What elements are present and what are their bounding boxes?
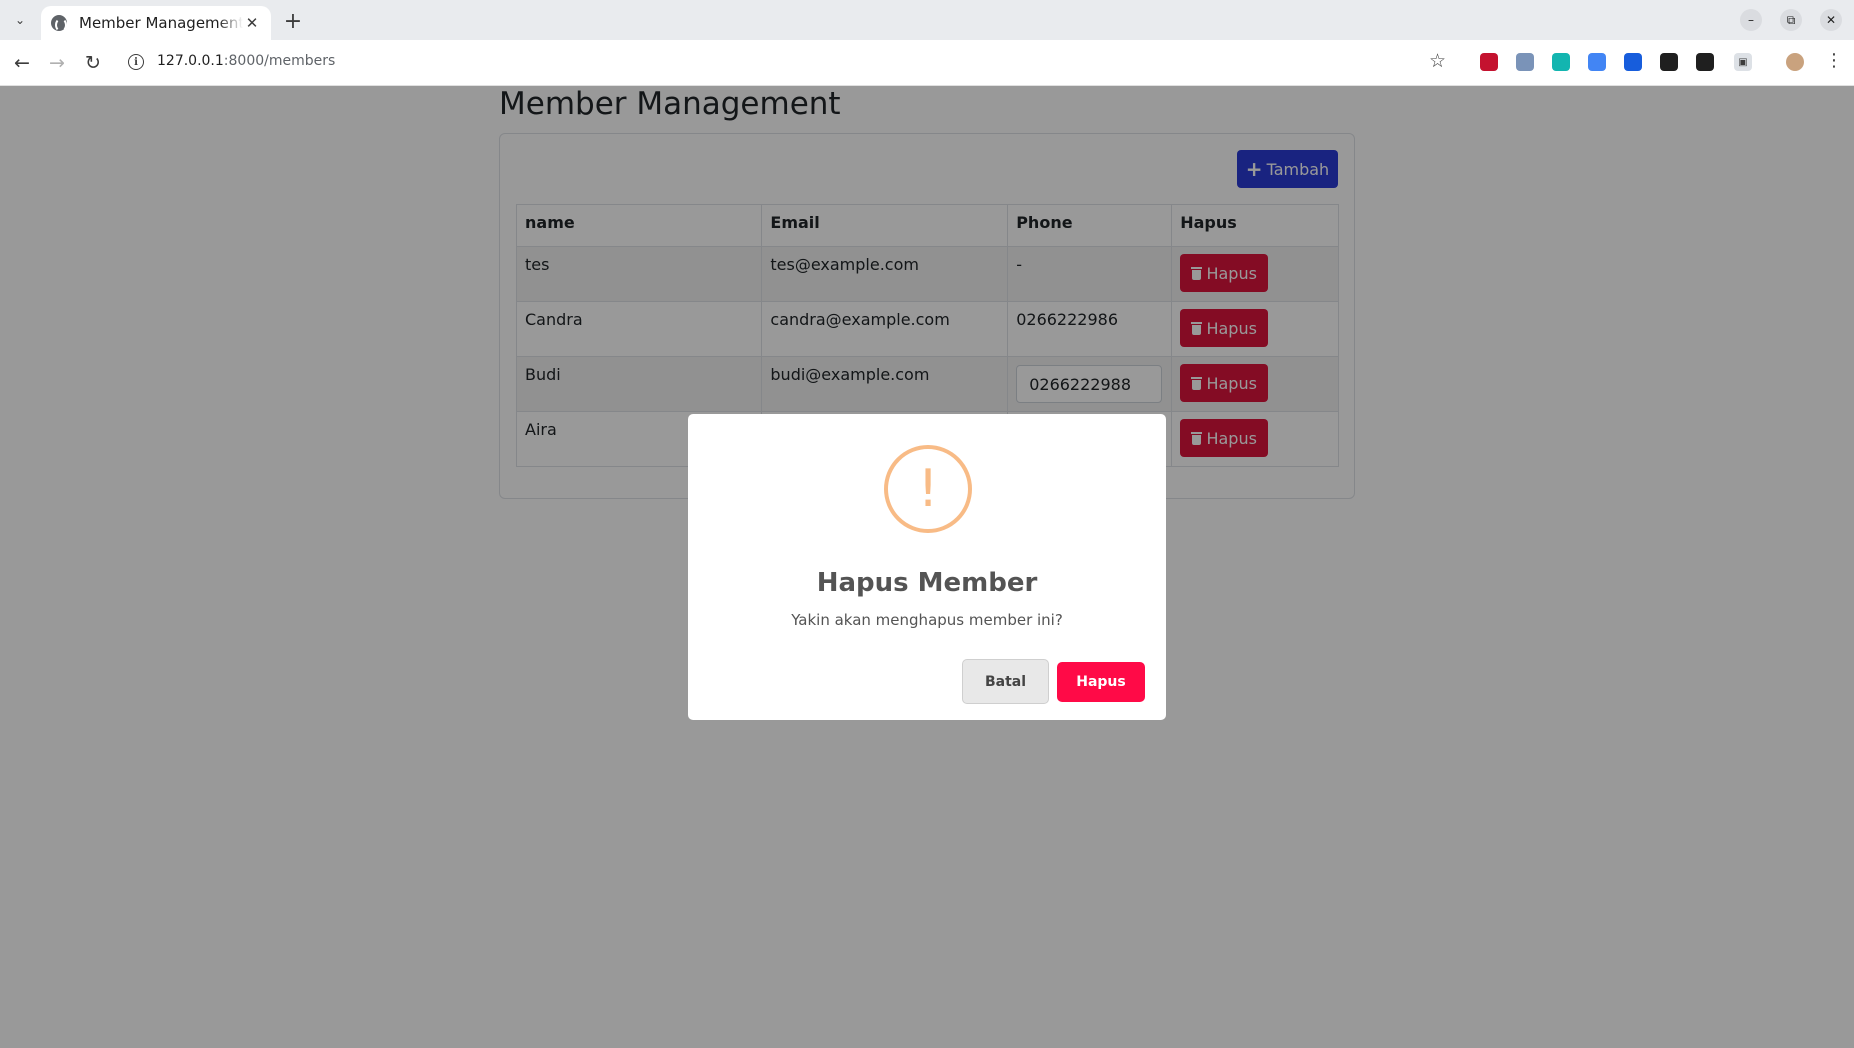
confirm-delete-button[interactable]: Hapus (1057, 662, 1145, 702)
zotero-icon[interactable] (1696, 53, 1714, 71)
tab-close-icon[interactable]: ✕ (243, 14, 261, 32)
new-tab-plus-icon[interactable]: + (280, 8, 306, 34)
tab-title: Member Management | Laravel (79, 14, 243, 32)
dialog-message: Yakin akan menghapus member ini? (791, 611, 1063, 629)
delete-confirm-dialog: ! Hapus Member Yakin akan menghapus memb… (688, 414, 1166, 720)
extensions-puzzle-icon[interactable]: ▣ (1734, 53, 1752, 71)
url-host: 127.0.0.1 (157, 53, 224, 69)
notion-icon[interactable] (1660, 53, 1678, 71)
profile-avatar[interactable] (1786, 53, 1804, 71)
dialog-title: Hapus Member (816, 568, 1038, 598)
browser-tabstrip: ⌄ Member Management | Laravel ✕ + – ⧉ ✕ (0, 0, 1854, 40)
site-info-icon[interactable]: i (128, 54, 144, 70)
bookmark-star-icon[interactable]: ☆ (1429, 50, 1446, 72)
reload-icon[interactable]: ↻ (80, 50, 106, 76)
forward-arrow-icon[interactable]: → (44, 50, 70, 76)
browser-menu-icon[interactable]: ⋮ (1825, 50, 1843, 71)
minimize-window-icon[interactable]: – (1740, 9, 1762, 31)
address-bar[interactable]: 127.0.0.1:8000/members (157, 53, 335, 69)
tab-search-chevron-icon[interactable]: ⌄ (8, 8, 32, 32)
back-arrow-icon[interactable]: ← (9, 50, 35, 76)
ublock-icon[interactable] (1480, 53, 1498, 71)
m-extension-icon[interactable] (1552, 53, 1570, 71)
close-window-icon[interactable]: ✕ (1820, 9, 1842, 31)
bitwarden-icon[interactable] (1624, 53, 1642, 71)
restore-window-icon[interactable]: ⧉ (1780, 9, 1802, 31)
url-path: :8000/members (223, 53, 336, 69)
globe-icon (51, 15, 67, 32)
docs-extension-icon[interactable] (1588, 53, 1606, 71)
tampermonkey-icon[interactable] (1516, 53, 1534, 71)
browser-tab-active[interactable]: Member Management | Laravel ✕ (41, 6, 271, 40)
warning-exclamation-icon: ! (884, 445, 972, 533)
cancel-button[interactable]: Batal (962, 659, 1049, 704)
